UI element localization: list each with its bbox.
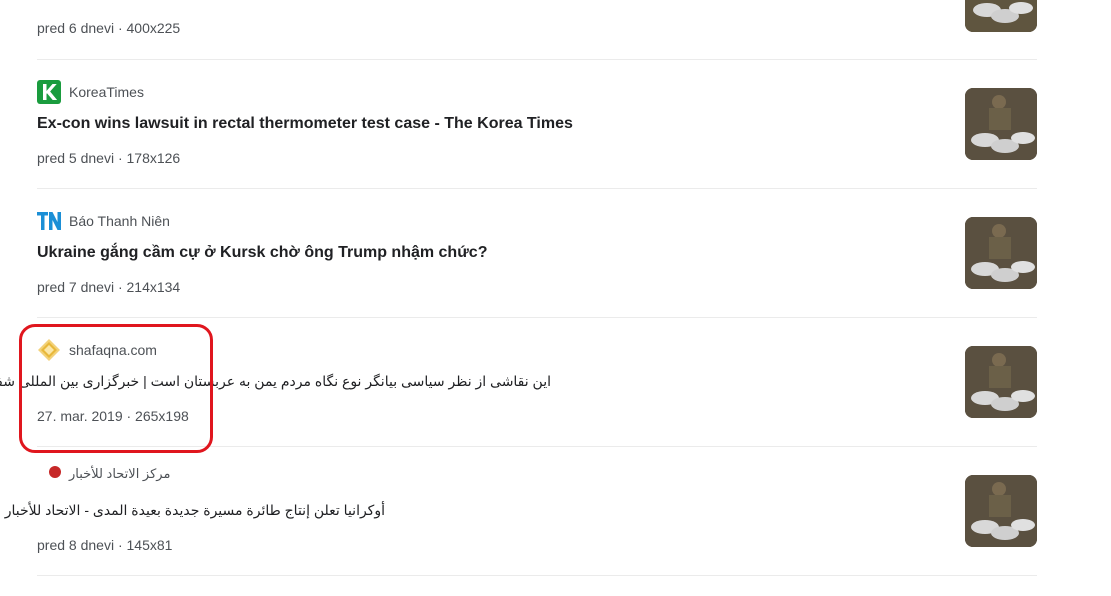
result-item[interactable]: pred 6 dnevi · 400x225 — [37, 0, 1037, 60]
result-item[interactable]: مركز الاتحاد للأخبار أوكرانيا تعلن إنتاج… — [5, 446, 1037, 576]
result-source[interactable]: Báo Thanh Niên — [37, 209, 170, 233]
result-thumbnail[interactable] — [965, 0, 1037, 32]
result-title[interactable]: Ukraine gắng cầm cự ở Kursk chờ ông Trum… — [37, 244, 487, 262]
thanhnien-logo-icon — [37, 209, 61, 233]
soldier-image-icon — [965, 217, 1037, 289]
ittihad-logo-icon — [37, 462, 61, 486]
source-name: Báo Thanh Niên — [69, 213, 170, 229]
result-item[interactable]: KoreaTimes Ex-con wins lawsuit in rectal… — [37, 59, 1037, 189]
result-thumbnail[interactable] — [965, 88, 1037, 160]
result-thumbnail[interactable] — [965, 217, 1037, 289]
result-thumbnail[interactable] — [965, 346, 1037, 418]
result-source[interactable]: مركز الاتحاد للأخبار — [37, 462, 170, 486]
koreatimes-logo-icon — [37, 80, 61, 104]
result-title[interactable]: Ex-con wins lawsuit in rectal thermomete… — [37, 115, 573, 133]
result-meta: pred 5 dnevi · 178x126 — [37, 150, 181, 166]
result-meta: pred 8 dnevi · 145x81 — [37, 537, 173, 553]
result-meta: pred 6 dnevi · 400x225 — [37, 20, 181, 36]
soldier-image-icon — [965, 0, 1037, 32]
soldier-image-icon — [965, 475, 1037, 547]
source-name: KoreaTimes — [69, 84, 144, 100]
result-item[interactable]: Báo Thanh Niên Ukraine gắng cầm cự ở Kur… — [37, 188, 1037, 318]
result-meta: pred 7 dnevi · 214x134 — [37, 279, 181, 295]
result-source[interactable]: KoreaTimes — [37, 80, 144, 104]
soldier-image-icon — [965, 346, 1037, 418]
highlight-annotation — [19, 324, 213, 453]
source-name: مركز الاتحاد للأخبار — [69, 466, 171, 481]
result-thumbnail[interactable] — [965, 475, 1037, 547]
result-title[interactable]: أوكرانيا تعلن إنتاج طائرة مسيرة جديدة بع… — [5, 502, 385, 519]
soldier-image-icon — [965, 88, 1037, 160]
